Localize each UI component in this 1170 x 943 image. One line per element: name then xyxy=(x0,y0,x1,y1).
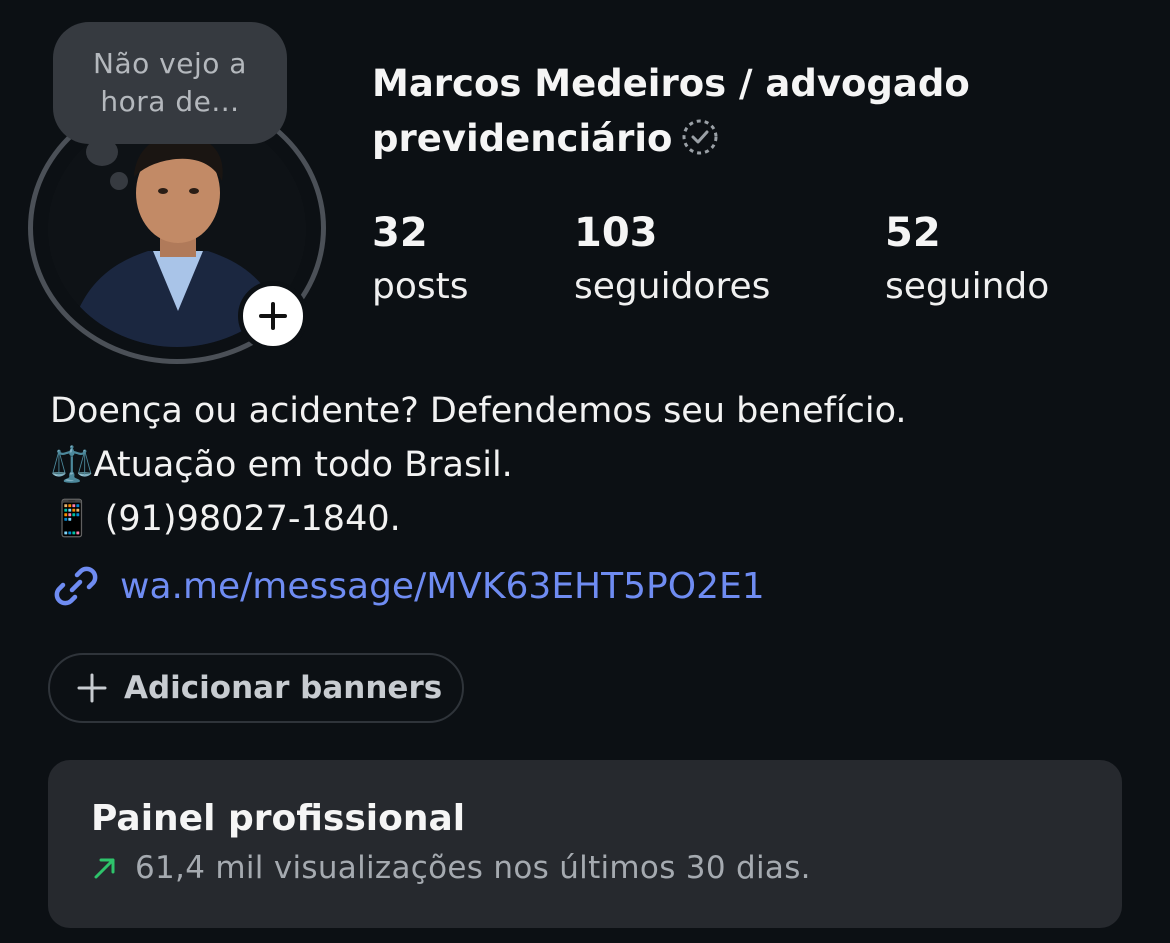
add-banners-label: Adicionar banners xyxy=(124,670,443,706)
professional-dashboard-subtitle: 61,4 mil visualizações nos últimos 30 di… xyxy=(91,850,811,886)
bio-line-3: 📱 (91)98027-1840. xyxy=(50,492,1150,546)
profile-name-line-1: Marcos Medeiros / advogado xyxy=(372,62,970,105)
bio-line-2-text: Atuação em todo Brasil. xyxy=(93,445,513,485)
phone-emoji-icon: 📱 xyxy=(50,499,94,539)
plus-icon xyxy=(76,672,108,704)
note-bubble[interactable]: Não vejo a hora de... xyxy=(53,22,287,144)
bio-line-3-text: (91)98027-1840. xyxy=(93,499,401,539)
trending-up-icon xyxy=(91,854,119,882)
verified-badge-icon[interactable] xyxy=(680,117,720,172)
stat-following-count: 52 xyxy=(885,210,941,256)
scales-emoji-icon: ⚖️ xyxy=(50,445,94,485)
add-story-button[interactable] xyxy=(238,281,308,351)
profile-link-text[interactable]: wa.me/message/MVK63EHT5PO2E1 xyxy=(120,566,765,607)
note-tail-small xyxy=(110,172,128,190)
note-line-1: Não vejo a xyxy=(93,47,247,80)
note-tail xyxy=(86,138,118,166)
note-line-2: hora de... xyxy=(100,85,240,118)
stat-followers-count: 103 xyxy=(574,210,658,256)
professional-dashboard-title: Painel profissional xyxy=(91,798,466,839)
add-banners-button[interactable]: Adicionar banners xyxy=(48,653,464,723)
bio-line-1: Doença ou acidente? Defendemos seu benef… xyxy=(50,391,907,431)
stat-posts-label: posts xyxy=(372,266,469,307)
profile-name: Marcos Medeiros / advogado previdenciári… xyxy=(372,56,1072,172)
profile-bio: Doença ou acidente? Defendemos seu benef… xyxy=(50,384,1150,546)
bio-line-2: ⚖️Atuação em todo Brasil. xyxy=(50,438,1150,492)
stat-followers[interactable]: 103 seguidores xyxy=(574,206,770,314)
stat-following-label: seguindo xyxy=(885,266,1050,307)
profile-page: Não vejo a hora de... Marcos Medeiros / … xyxy=(0,0,1170,943)
stat-posts[interactable]: 32 posts xyxy=(372,206,469,314)
stat-followers-label: seguidores xyxy=(574,266,771,307)
link-icon xyxy=(54,566,98,606)
professional-dashboard-views: 61,4 mil visualizações nos últimos 30 di… xyxy=(135,850,811,886)
plus-icon xyxy=(259,302,287,330)
stat-posts-count: 32 xyxy=(372,210,428,256)
stat-following[interactable]: 52 seguindo xyxy=(885,206,1049,314)
professional-dashboard-card[interactable]: Painel profissional 61,4 mil visualizaçõ… xyxy=(48,760,1122,928)
profile-link[interactable]: wa.me/message/MVK63EHT5PO2E1 xyxy=(50,560,765,612)
profile-name-line-2: previdenciário xyxy=(372,117,673,160)
